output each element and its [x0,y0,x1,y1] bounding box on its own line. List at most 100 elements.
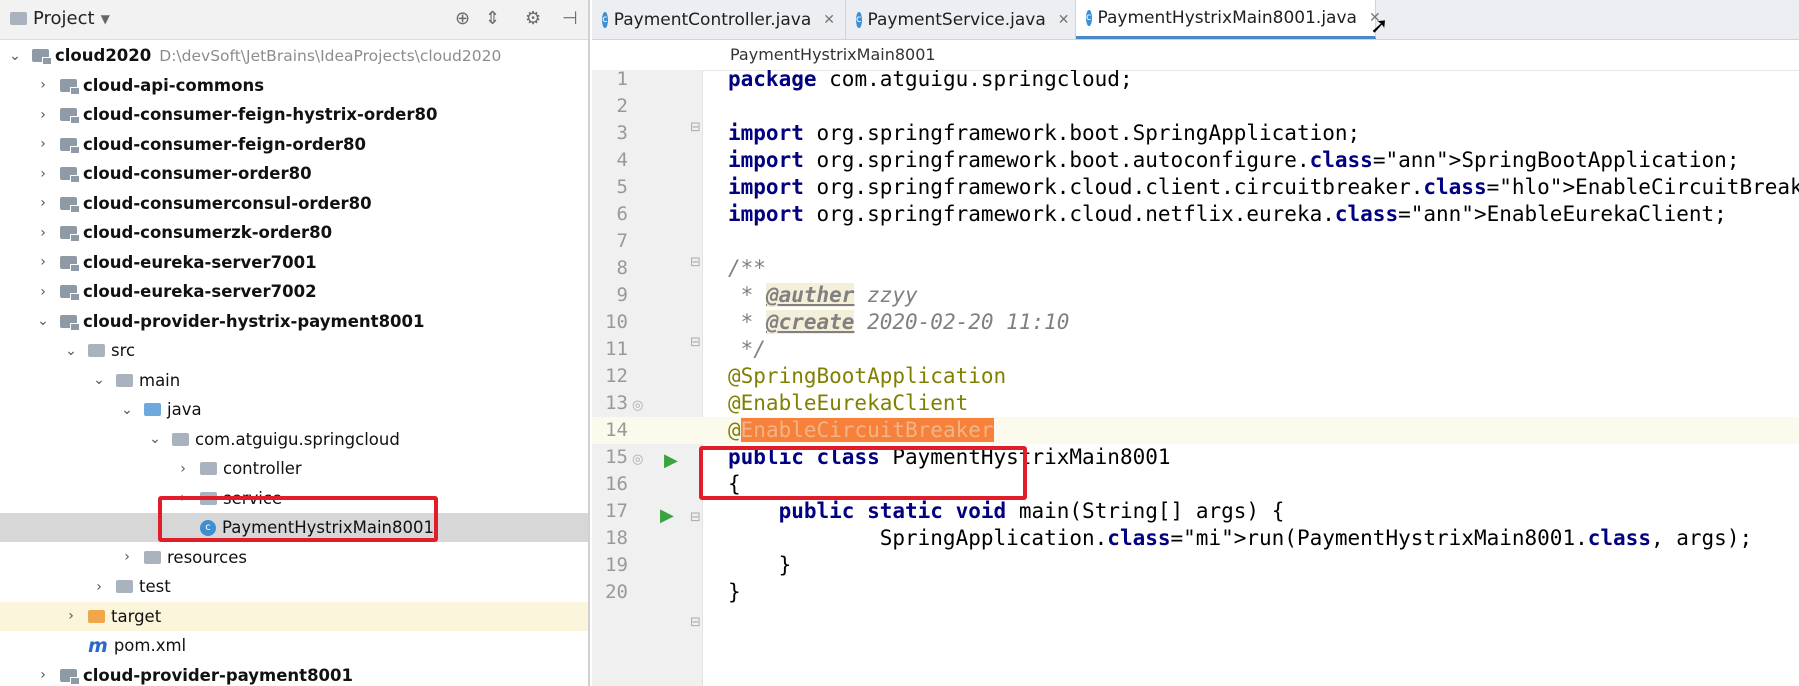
tree-item[interactable]: › target [0,601,588,631]
code-line[interactable]: 19 } [592,552,1799,579]
chevron-right-icon[interactable]: › [36,195,50,211]
tree-item-label: cloud-consumer-order80 [83,164,312,183]
code-line[interactable]: 6 import org.springframework.cloud.netfli… [592,201,1799,228]
line-number: 6 [616,203,628,225]
code-text: import org.springframework.boot.autoconf… [728,148,1740,172]
tree-item[interactable]: › cloud-eureka-server7001 [0,248,588,277]
chevron-right-icon[interactable]: › [36,166,50,182]
code-line[interactable]: 8 /** [592,255,1799,282]
line-number: 5 [616,176,628,198]
tree-item-label: cloud-consumerzk-order80 [83,223,333,242]
target-icon[interactable]: ⊕ [455,8,470,29]
code-text: @SpringBootApplication [728,364,1007,388]
line-number: 10 [605,311,628,333]
chevron-down-icon[interactable]: ⌄ [36,313,50,329]
chevron-down-icon[interactable]: ⌄ [92,372,106,388]
tree-item[interactable]: m pom.xml [0,631,588,660]
chevron-right-icon[interactable]: › [36,254,50,270]
tree-item[interactable]: › resources [0,543,588,572]
code-line[interactable]: 5 import org.springframework.cloud.client… [592,174,1799,201]
fold-icon[interactable]: ⊟ [690,615,701,630]
code-editor[interactable]: 1 package com.atguigu.springcloud; 2 3 impor… [592,70,1799,686]
code-line[interactable]: 10 * @create 2020-02-20 11:10 [592,309,1799,336]
chevron-right-icon[interactable]: › [176,461,190,477]
code-line[interactable]: 1 package com.atguigu.springcloud; [592,70,1799,93]
editor-tabs: c PaymentController.java ✕ c PaymentServ… [592,0,1799,40]
tab-payment-service[interactable]: c PaymentService.java ✕ [846,0,1076,39]
collapse-icon[interactable]: ⇕ [485,8,500,29]
tree-item[interactable]: › cloud-api-commons [0,71,588,100]
code-line[interactable]: 3 import org.springframework.boot.SpringA… [592,120,1799,147]
chevron-right-icon[interactable]: › [36,77,50,93]
chevron-down-icon[interactable]: ⌄ [64,343,78,359]
chevron-down-icon[interactable]: ⌄ [120,402,134,418]
spring-bean-icon[interactable]: ◎ [632,452,643,467]
code-text: /** [728,256,766,280]
tree-item[interactable]: › cloud-provider-payment8001 [0,661,588,686]
project-view-selector[interactable]: Project ▼ [10,8,110,29]
line-number: 16 [605,473,628,495]
chevron-right-icon[interactable]: › [64,608,78,624]
chevron-right-icon[interactable]: › [92,579,106,595]
code-text: SpringApplication.class="mi">run(Payment… [728,526,1753,550]
chevron-right-icon[interactable]: › [36,225,50,241]
tree-item[interactable]: › cloud-consumer-feign-hystrix-order80 [0,100,588,129]
tree-item[interactable]: › cloud-consumer-order80 [0,159,588,188]
fold-icon[interactable]: ⊟ [690,120,701,135]
tab-payment-controller[interactable]: c PaymentController.java ✕ [592,0,846,39]
chevron-right-icon[interactable]: › [36,667,50,683]
close-icon[interactable]: ✕ [1058,12,1070,28]
code-line[interactable]: 11 */ [592,336,1799,363]
chevron-down-icon[interactable]: ⌄ [148,431,162,447]
tree-item[interactable]: ⌄ cloud2020 D:\devSoft\JetBrains\IdeaProje… [0,41,588,70]
tab-payment-hystrix-main[interactable]: c PaymentHystrixMain8001.java ✕ [1076,0,1381,39]
chevron-right-icon[interactable]: › [36,107,50,123]
code-line[interactable]: 13 @EnableEurekaClient [592,390,1799,417]
code-text: */ [728,337,766,361]
code-line[interactable]: 18 SpringApplication.class="mi">run(Paym… [592,525,1799,552]
tree-item[interactable]: › cloud-consumerconsul-order80 [0,189,588,218]
code-line[interactable]: 20} [592,579,1799,606]
tree-item[interactable]: › test [0,572,588,601]
chevron-down-icon[interactable]: ⌄ [8,48,22,64]
hide-icon[interactable]: ⊣ [562,8,578,29]
fold-icon[interactable]: ⊟ [690,510,701,525]
tree-item[interactable]: › cloud-consumerzk-order80 [0,218,588,247]
package-icon [172,432,189,446]
tree-item-label: cloud-consumer-feign-order80 [83,134,366,154]
run-icon[interactable]: ▶ [664,450,678,471]
code-line[interactable]: 4 import org.springframework.boot.autocon… [592,147,1799,174]
breadcrumb[interactable]: PaymentHystrixMain8001 [592,40,1799,71]
tree-item[interactable]: › controller [0,454,588,483]
code-text: public static void main(String[] args) { [778,499,1285,523]
tree-item[interactable]: ⌄ cloud-provider-hystrix-payment8001 [0,307,588,336]
tree-item[interactable]: ⌄ java [0,395,588,424]
fold-icon[interactable]: ⊟ [690,335,701,350]
folder-icon [116,373,133,387]
chevron-right-icon[interactable]: › [120,549,134,565]
gear-icon[interactable]: ⚙ [525,8,541,29]
chevron-right-icon[interactable]: › [36,284,50,300]
code-line[interactable]: 12 @SpringBootApplication [592,363,1799,390]
run-icon[interactable]: ▶ [660,505,674,526]
spring-bean-icon[interactable]: ◎ [632,398,643,413]
code-text: @EnableCircuitBreaker [728,418,994,442]
tree-item[interactable]: › cloud-eureka-server7002 [0,277,588,306]
tree-item[interactable]: ⌄ src [0,336,588,365]
tree-item[interactable]: ⌄ com.atguigu.springcloud [0,425,588,454]
code-line[interactable]: 17 public static void main(String[] args… [592,498,1799,525]
line-number: 20 [605,581,628,603]
line-number: 17 [605,500,628,522]
fold-icon[interactable]: ⊟ [690,255,701,270]
code-line[interactable]: 7 [592,228,1799,255]
tree-item-label: cloud-consumerconsul-order80 [83,193,372,213]
tree-item[interactable]: › cloud-consumer-feign-order80 [0,130,588,159]
tree-item[interactable]: ⌄ main [0,366,588,395]
line-number: 12 [605,365,628,387]
code-line[interactable]: 2 [592,93,1799,120]
code-line[interactable]: 9 * @auther zzyy [592,282,1799,309]
code-line[interactable]: 14 @EnableCircuitBreaker [592,417,1799,444]
module-folder-icon [60,255,80,272]
chevron-right-icon[interactable]: › [36,136,50,152]
close-icon[interactable]: ✕ [823,12,835,28]
